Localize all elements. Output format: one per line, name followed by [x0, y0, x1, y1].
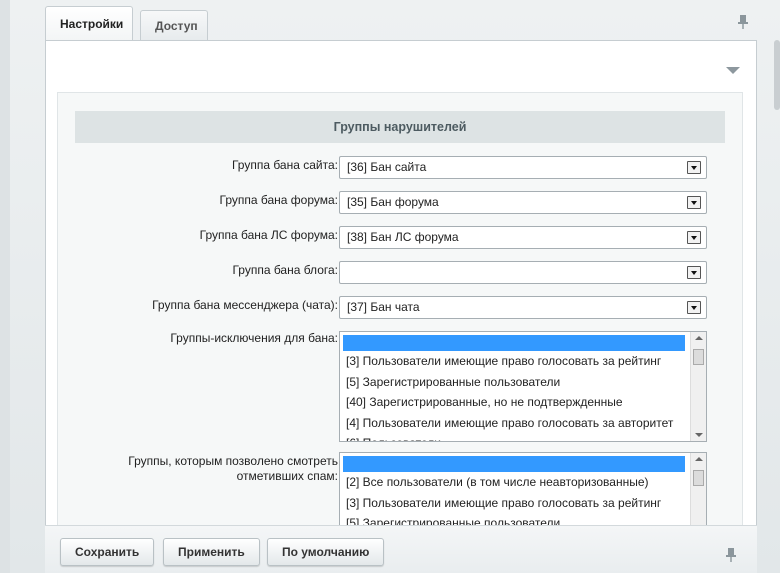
form-area: Группы нарушителей Группа бана сайта: [3… — [57, 92, 743, 532]
chevron-down-icon[interactable] — [687, 161, 701, 174]
forum-ban-select[interactable]: [35] Бан форума — [339, 191, 707, 214]
list-item[interactable]: [3] Пользователи имеющие право голосоват… — [340, 493, 688, 514]
spam-viewers-label-line1: Группы, которым позволено смотреть — [128, 454, 338, 468]
exceptions-listbox[interactable]: [3] Пользователи имеющие право голосоват… — [339, 331, 707, 442]
blog-ban-select[interactable] — [339, 261, 707, 284]
spam-viewers-label: Группы, которым позволено смотреть отмет… — [78, 454, 338, 484]
settings-panel: Группы нарушителей Группа бана сайта: [3… — [45, 40, 757, 573]
forum-ban-label: Группа бана форума: — [219, 193, 338, 207]
pin-icon[interactable] — [725, 547, 737, 563]
chevron-down-icon[interactable] — [687, 301, 701, 314]
list-item[interactable]: [4] Пользователи имеющие право голосоват… — [340, 413, 688, 434]
list-item[interactable]: [6] Пользователи — [340, 433, 688, 441]
pm-ban-select[interactable]: [38] Бан ЛС форума — [339, 226, 707, 249]
list-item[interactable]: [3] Пользователи имеющие право голосоват… — [340, 351, 688, 372]
left-edge — [0, 0, 10, 573]
list-item[interactable]: [5] Зарегистрированные пользователи — [340, 372, 688, 393]
site-ban-label: Группа бана сайта: — [231, 158, 338, 172]
forum-ban-value: [35] Бан форума — [347, 195, 439, 209]
pm-ban-label: Группа бана ЛС форума: — [199, 228, 338, 242]
exceptions-label: Группы-исключения для бана: — [170, 331, 338, 345]
blog-ban-label: Группа бана блога: — [232, 263, 338, 277]
list-item[interactable]: [40] Зарегистрированные, но не подтвержд… — [340, 392, 688, 413]
spam-viewers-listbox[interactable]: [2] Все пользователи (в том числе неавто… — [339, 452, 707, 531]
chat-ban-label: Группа бана мессенджера (чата): — [152, 298, 338, 312]
chevron-down-icon[interactable] — [687, 196, 701, 209]
scroll-down-icon[interactable] — [695, 433, 703, 437]
tab-access[interactable]: Доступ — [140, 10, 208, 40]
list-item[interactable]: [2] Все пользователи (в том числе неавто… — [340, 472, 688, 493]
apply-button[interactable]: Применить — [163, 538, 260, 566]
save-button[interactable]: Сохранить — [60, 538, 155, 566]
defaults-button[interactable]: По умолчанию — [267, 538, 385, 566]
chevron-down-icon[interactable] — [687, 231, 701, 244]
spam-viewers-label-line2: отметивших спам: — [236, 469, 338, 483]
list-item[interactable] — [343, 335, 685, 351]
section-title: Группы нарушителей — [75, 111, 725, 143]
pin-icon[interactable] — [737, 14, 749, 30]
collapse-arrow-icon[interactable] — [726, 67, 740, 74]
pm-ban-value: [38] Бан ЛС форума — [347, 230, 459, 244]
site-ban-select[interactable]: [36] Бан сайта — [339, 156, 707, 179]
chevron-down-icon[interactable] — [687, 266, 701, 279]
listbox-scrollbar[interactable] — [690, 332, 706, 441]
scroll-thumb[interactable] — [693, 349, 704, 365]
scroll-up-icon[interactable] — [695, 457, 703, 461]
chat-ban-select[interactable]: [37] Бан чата — [339, 296, 707, 319]
tab-settings[interactable]: Настройки — [45, 6, 133, 40]
scroll-up-icon[interactable] — [695, 336, 703, 340]
chat-ban-value: [37] Бан чата — [347, 300, 420, 314]
window-scrollbar[interactable] — [774, 40, 780, 110]
listbox-scrollbar[interactable] — [690, 453, 706, 531]
site-ban-value: [36] Бан сайта — [347, 160, 427, 174]
list-item[interactable] — [343, 456, 685, 472]
scroll-thumb[interactable] — [693, 470, 704, 486]
footer-toolbar: Сохранить Применить По умолчанию — [45, 525, 757, 573]
